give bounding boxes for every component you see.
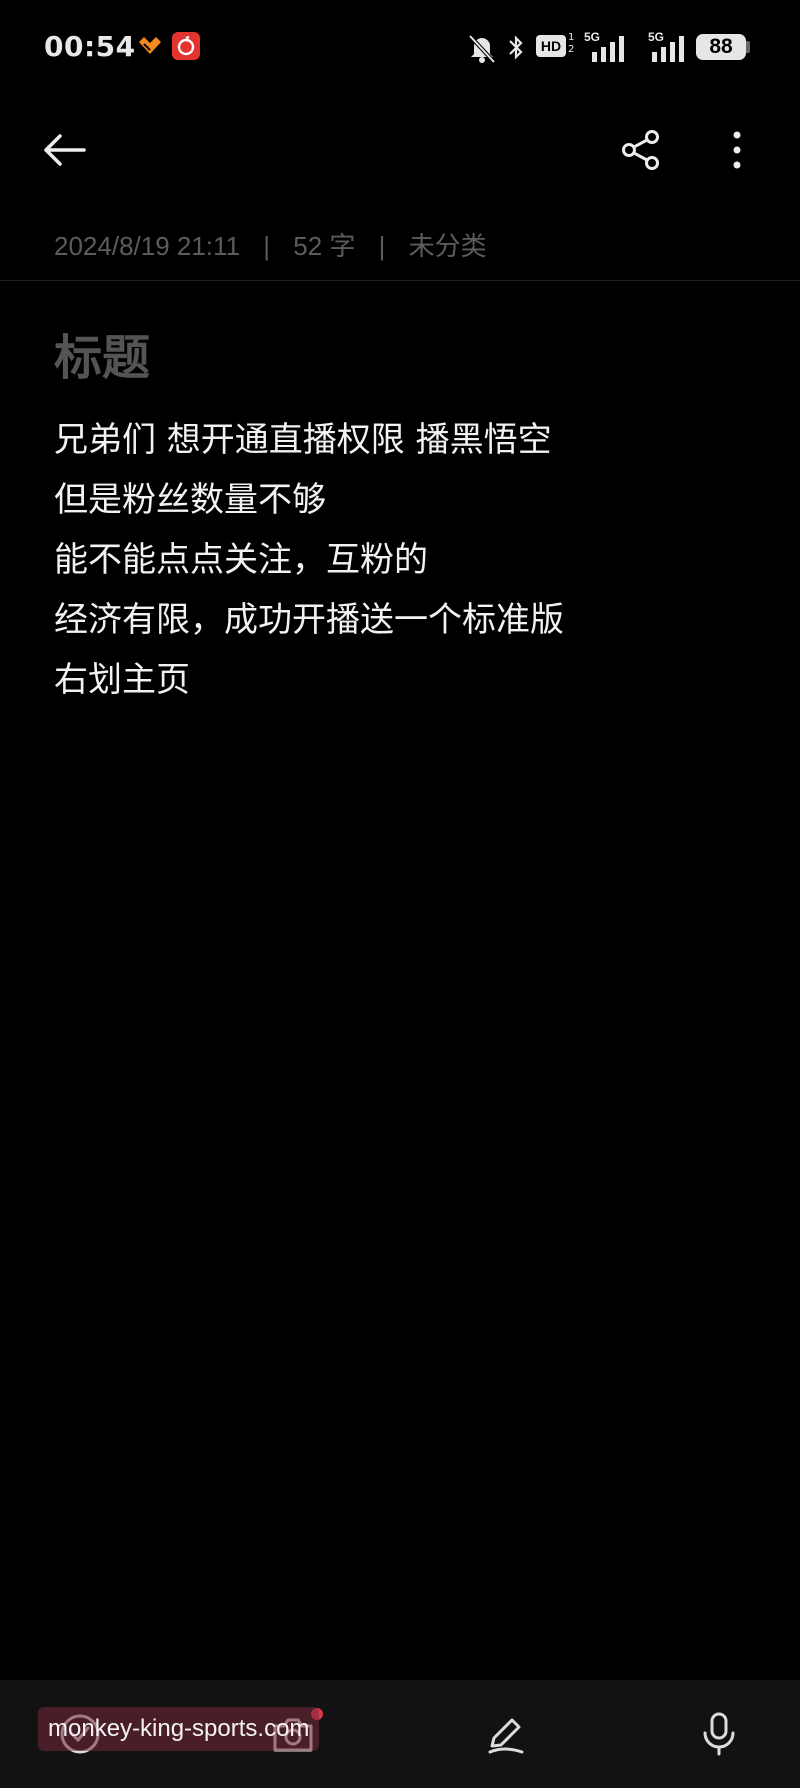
note-line: 但是粉丝数量不够 <box>54 480 326 520</box>
voice-input-button[interactable] <box>679 1694 759 1774</box>
netease-music-icon <box>172 32 200 60</box>
pen-icon <box>488 1718 524 1754</box>
meta-separator: | <box>263 231 271 261</box>
draw-button[interactable] <box>466 1694 546 1774</box>
share-button[interactable] <box>601 110 681 190</box>
hd-volte-icon: HD 12 <box>536 28 576 68</box>
note-datetime: 2024/8/19 21:11 <box>54 231 241 261</box>
battery-level: 88 <box>696 34 746 60</box>
microphone-icon <box>703 1712 735 1756</box>
toolbar <box>0 110 800 190</box>
divider <box>0 280 800 281</box>
bluetooth-icon <box>509 35 523 60</box>
signal-strength-icon-1: 5G <box>584 28 628 68</box>
note-title-field[interactable]: 标题 <box>54 318 150 388</box>
more-vertical-icon <box>733 131 741 169</box>
note-body-editor[interactable]: 兄弟们 想开通直播权限 播黑悟空 但是粉丝数量不够 能不能点点关注，互粉的 经济… <box>54 410 754 710</box>
battery-tip <box>746 41 750 53</box>
status-time: 00:54 <box>44 30 136 63</box>
note-line: 能不能点点关注，互粉的 <box>54 540 428 580</box>
note-meta: 2024/8/19 21:11 | 52 字 | 未分类 <box>54 226 487 263</box>
note-line: 兄弟们 想开通直播权限 播黑悟空 <box>54 420 552 460</box>
share-icon <box>622 130 659 170</box>
mute-bell-icon <box>468 34 496 64</box>
back-button[interactable] <box>24 110 104 190</box>
arrow-left-icon <box>44 134 86 166</box>
signal-strength-icon-2: 5G <box>644 28 688 68</box>
app-notification-icon <box>139 37 161 54</box>
note-line: 经济有限，成功开播送一个标准版 <box>54 600 564 640</box>
more-options-button[interactable] <box>697 110 777 190</box>
status-bar: 00:54 HD 12 5G 5G 88 <box>0 0 800 96</box>
note-line: 右划主页 <box>54 660 190 700</box>
watermark-text: monkey-king-sports.com <box>38 1707 320 1751</box>
note-category[interactable]: 未分类 <box>409 231 487 261</box>
meta-separator: | <box>378 231 386 261</box>
note-word-count: 52 字 <box>293 231 356 261</box>
